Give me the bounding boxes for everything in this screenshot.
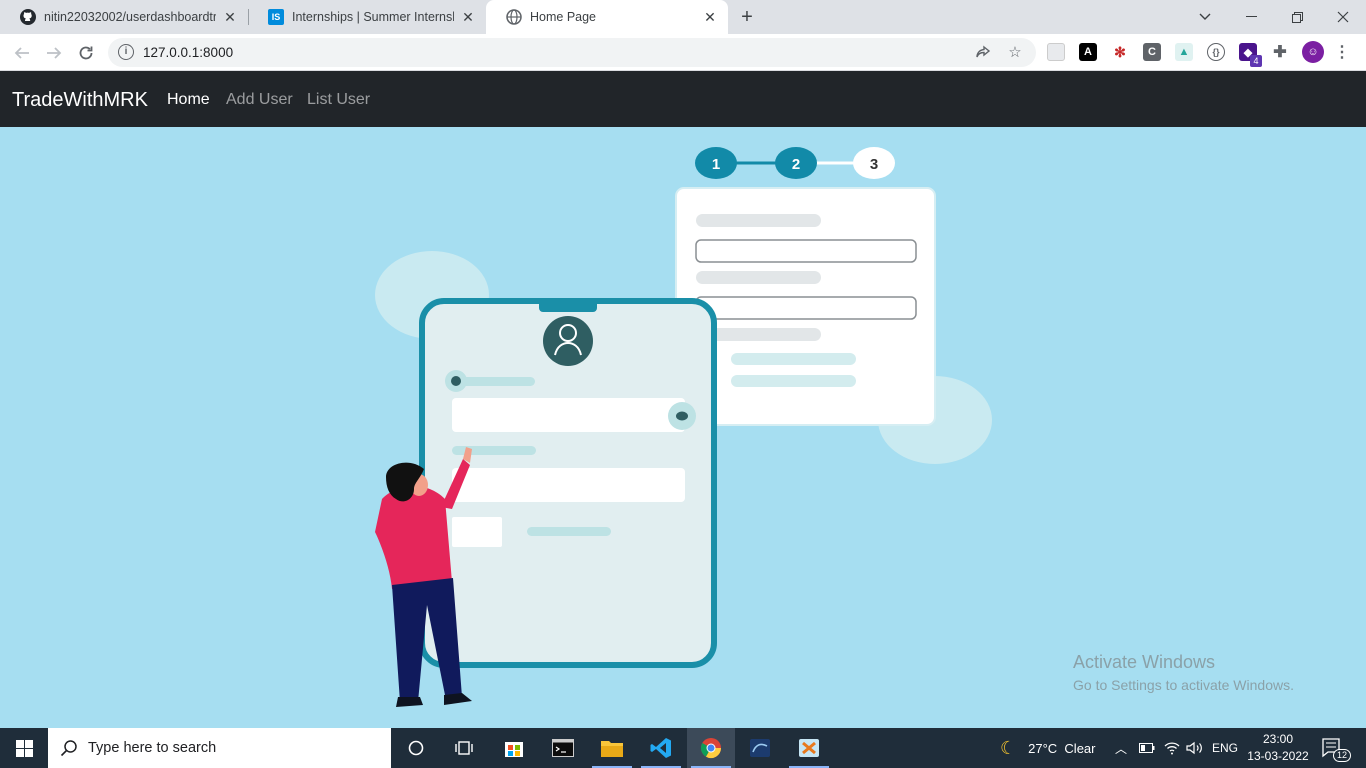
form-label-placeholder [696, 271, 821, 284]
internshala-icon: IS [268, 9, 284, 25]
extension-badge: 4 [1250, 55, 1262, 67]
clock-date: 13-03-2022 [1247, 749, 1309, 763]
close-window-icon[interactable] [1320, 0, 1366, 34]
close-icon[interactable]: ✕ [222, 9, 238, 25]
app-navbar: TradeWithMRK Home Add User List User [0, 71, 1366, 127]
taskbar-search-box[interactable]: Type here to search [48, 728, 391, 768]
search-placeholder: Type here to search [88, 740, 217, 756]
mysql-workbench-icon[interactable] [736, 728, 784, 768]
watermark-subtitle: Go to Settings to activate Windows. [1073, 677, 1294, 693]
step-1-label: 1 [712, 156, 720, 173]
moon-icon: ☾ [1000, 737, 1017, 758]
share-icon[interactable] [975, 45, 991, 61]
person-shoe [444, 693, 472, 705]
angular-devtools-icon[interactable]: A [1079, 43, 1097, 61]
globe-icon [506, 9, 522, 25]
tab-title: nitin22032002/userdashboardtra [44, 10, 216, 24]
nav-add-user[interactable]: Add User [226, 91, 293, 109]
new-tab-icon[interactable]: + [737, 7, 757, 27]
nav-list-user[interactable]: List User [307, 91, 370, 109]
weather-widget[interactable]: ☾ 27°C Clear [1000, 728, 1095, 768]
tab-home-page[interactable]: Home Page ✕ [486, 0, 728, 34]
tab-search-chevron-icon[interactable] [1182, 0, 1228, 34]
browser-tab-bar: nitin22032002/userdashboardtra ✕ IS Inte… [0, 0, 1366, 34]
terminal-icon[interactable] [539, 728, 587, 768]
step-2-label: 2 [792, 156, 800, 173]
search-icon [60, 740, 77, 757]
xampp-icon[interactable] [785, 728, 833, 768]
tab-title: Internships | Summer Internship [292, 10, 454, 24]
restore-icon[interactable] [1274, 0, 1320, 34]
form-line-placeholder [731, 353, 856, 365]
radio-dot-icon [451, 376, 461, 386]
navbar-brand[interactable]: TradeWithMRK [12, 89, 148, 112]
url-text[interactable]: 127.0.0.1:8000 [143, 45, 233, 60]
nav-home[interactable]: Home [167, 91, 210, 109]
show-hidden-icons-chevron-icon[interactable]: ︿ [1115, 728, 1127, 768]
system-clock[interactable]: 23:00 13-03-2022 [1242, 731, 1314, 765]
back-arrow-icon[interactable] [10, 41, 34, 65]
weather-text: 27°C Clear [1028, 740, 1096, 756]
form-input-placeholder [695, 239, 917, 263]
phone-input-placeholder [452, 468, 685, 502]
watermark-title: Activate Windows [1073, 652, 1216, 672]
form-label-placeholder [696, 214, 821, 227]
person-shirt [375, 486, 452, 589]
tab-internshala[interactable]: IS Internships | Summer Internship ✕ [248, 0, 486, 34]
phone-checkbox-placeholder [452, 517, 502, 547]
kebab-menu-icon[interactable]: ⋮ [1333, 43, 1351, 61]
notification-center-icon[interactable]: 12 [1322, 728, 1352, 768]
form-input-placeholder [695, 296, 917, 320]
phone-line-placeholder [527, 527, 611, 536]
forward-arrow-icon[interactable] [42, 41, 66, 65]
close-icon[interactable]: ✕ [702, 9, 718, 25]
browser-toolbar: i 127.0.0.1:8000 ☆ A ✻ C ▲ {} ◆ 4 ✚ ☺ ⋮ [0, 34, 1366, 71]
language-indicator[interactable]: ENG [1212, 728, 1238, 768]
task-view-icon[interactable] [440, 728, 488, 768]
bookmark-star-icon[interactable]: ☆ [1007, 45, 1023, 61]
windows-taskbar: Type here to search ☾ 27°C Clear ︿ ENG 2… [0, 728, 1366, 768]
cortana-icon[interactable] [392, 728, 440, 768]
sheet-extension-icon[interactable]: ▲ [1175, 43, 1193, 61]
github-icon [20, 9, 36, 25]
puzzle-extensions-icon[interactable]: ✚ [1271, 43, 1289, 61]
wifi-icon[interactable] [1164, 728, 1180, 768]
volume-icon[interactable] [1186, 728, 1204, 768]
file-explorer-icon[interactable] [588, 728, 636, 768]
address-bar[interactable]: i 127.0.0.1:8000 ☆ [108, 38, 1036, 67]
tab-title: Home Page [530, 10, 597, 24]
form-line-placeholder [731, 375, 856, 387]
step-3-label: 3 [870, 156, 878, 173]
hero-section: 1 2 3 Activate Windows Go to Settings to… [0, 127, 1366, 728]
microsoft-store-icon[interactable] [490, 728, 538, 768]
person-shoe [396, 697, 423, 707]
reload-icon[interactable] [74, 41, 98, 65]
clock-time: 23:00 [1262, 732, 1294, 746]
notification-count-badge: 12 [1333, 749, 1352, 762]
chrome-icon[interactable] [687, 728, 735, 768]
tab-github[interactable]: nitin22032002/userdashboardtra ✕ [0, 0, 248, 34]
phone-notch [539, 299, 597, 312]
battery-icon[interactable] [1139, 728, 1155, 768]
profile-avatar[interactable]: ☺ [1302, 41, 1324, 63]
activate-windows-watermark: Activate Windows Go to Settings to activ… [1073, 652, 1294, 693]
virus-extension-icon[interactable]: ✻ [1111, 43, 1129, 61]
windows-start-icon[interactable] [0, 728, 48, 768]
code-extension-icon[interactable]: {} [1207, 43, 1225, 61]
radio-dot-icon [676, 411, 688, 421]
close-icon[interactable]: ✕ [460, 9, 476, 25]
site-info-icon[interactable]: i [118, 44, 134, 60]
extension-blank-icon[interactable] [1047, 43, 1065, 61]
phone-input-placeholder [452, 398, 685, 432]
signup-illustration: 1 2 3 [375, 147, 992, 707]
c-extension-icon[interactable]: C [1143, 43, 1161, 61]
vscode-icon[interactable] [637, 728, 685, 768]
minimize-icon[interactable] [1228, 0, 1274, 34]
